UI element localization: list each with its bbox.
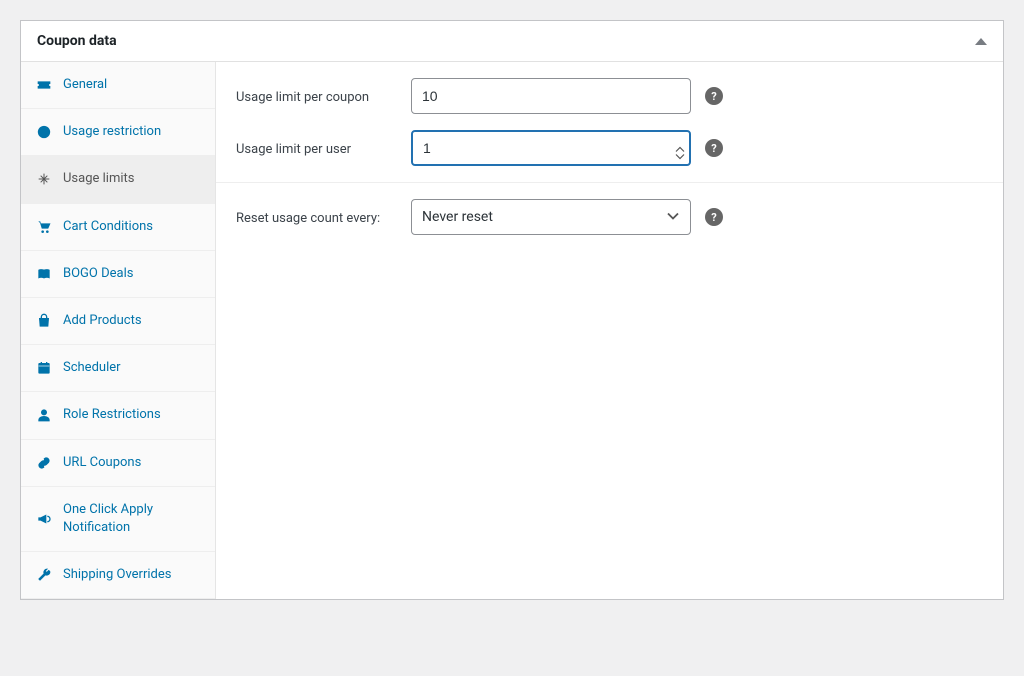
- ban-icon: [35, 124, 53, 140]
- sidebar-item-scheduler[interactable]: Scheduler: [21, 345, 215, 392]
- limits-icon: [35, 171, 53, 187]
- calendar-icon: [35, 360, 53, 376]
- sidebar-item-role-restrictions[interactable]: Role Restrictions: [21, 392, 215, 439]
- sidebar-item-label: Role Restrictions: [63, 406, 201, 424]
- user-icon: [35, 407, 53, 423]
- panel-title: Coupon data: [37, 33, 117, 49]
- sidebar-item-bogo-deals[interactable]: BOGO Deals: [21, 251, 215, 298]
- sidebar-item-usage-restriction[interactable]: Usage restriction: [21, 109, 215, 156]
- coupon-data-panel: Coupon data General Usage restriction: [20, 20, 1004, 600]
- sidebar-item-label: URL Coupons: [63, 454, 201, 472]
- panel-body: General Usage restriction Usage limits C…: [21, 62, 1003, 599]
- panel-header[interactable]: Coupon data: [21, 21, 1003, 62]
- row-usage-limit-per-coupon: Usage limit per coupon ?: [216, 62, 1003, 122]
- wrench-icon: [35, 567, 53, 583]
- sidebar-item-label: Cart Conditions: [63, 218, 201, 236]
- row-usage-limit-per-user: Usage limit per user ?: [216, 122, 1003, 183]
- collapse-up-icon[interactable]: [975, 38, 987, 45]
- cart-icon: [35, 219, 53, 235]
- link-icon: [35, 455, 53, 471]
- sidebar-item-label: Add Products: [63, 312, 201, 330]
- input-usage-limit-per-coupon[interactable]: [411, 78, 691, 114]
- book-icon: [35, 266, 53, 282]
- bag-icon: [35, 313, 53, 329]
- select-reset-usage[interactable]: Never reset: [411, 199, 691, 235]
- sidebar-item-shipping-overrides[interactable]: Shipping Overrides: [21, 552, 215, 599]
- label-usage-limit-per-user: Usage limit per user: [236, 140, 411, 157]
- sidebar-item-add-products[interactable]: Add Products: [21, 298, 215, 345]
- help-icon[interactable]: ?: [705, 139, 723, 157]
- ticket-icon: [35, 77, 53, 93]
- sidebar-item-general[interactable]: General: [21, 62, 215, 109]
- label-usage-limit-per-coupon: Usage limit per coupon: [236, 88, 411, 105]
- sidebar: General Usage restriction Usage limits C…: [21, 62, 216, 599]
- sidebar-item-cart-conditions[interactable]: Cart Conditions: [21, 204, 215, 251]
- help-icon[interactable]: ?: [705, 208, 723, 226]
- sidebar-item-label: One Click Apply Notification: [63, 501, 201, 537]
- megaphone-icon: [35, 511, 53, 527]
- sidebar-item-label: BOGO Deals: [63, 265, 201, 283]
- row-reset-usage: Reset usage count every: Never reset ?: [216, 183, 1003, 251]
- sidebar-item-label: Shipping Overrides: [63, 566, 201, 584]
- input-usage-limit-per-user[interactable]: [411, 130, 691, 166]
- sidebar-item-label: Scheduler: [63, 359, 201, 377]
- sidebar-item-label: General: [63, 76, 201, 94]
- select-reset-usage-value: Never reset: [422, 209, 493, 225]
- sidebar-item-one-click-apply[interactable]: One Click Apply Notification: [21, 487, 215, 552]
- label-reset-usage: Reset usage count every:: [236, 209, 411, 226]
- help-icon[interactable]: ?: [705, 87, 723, 105]
- sidebar-item-label: Usage restriction: [63, 123, 201, 141]
- sidebar-item-url-coupons[interactable]: URL Coupons: [21, 440, 215, 487]
- sidebar-item-usage-limits[interactable]: Usage limits: [21, 156, 215, 203]
- sidebar-item-label: Usage limits: [63, 170, 201, 188]
- content-area: Usage limit per coupon ? Usage limit per…: [216, 62, 1003, 599]
